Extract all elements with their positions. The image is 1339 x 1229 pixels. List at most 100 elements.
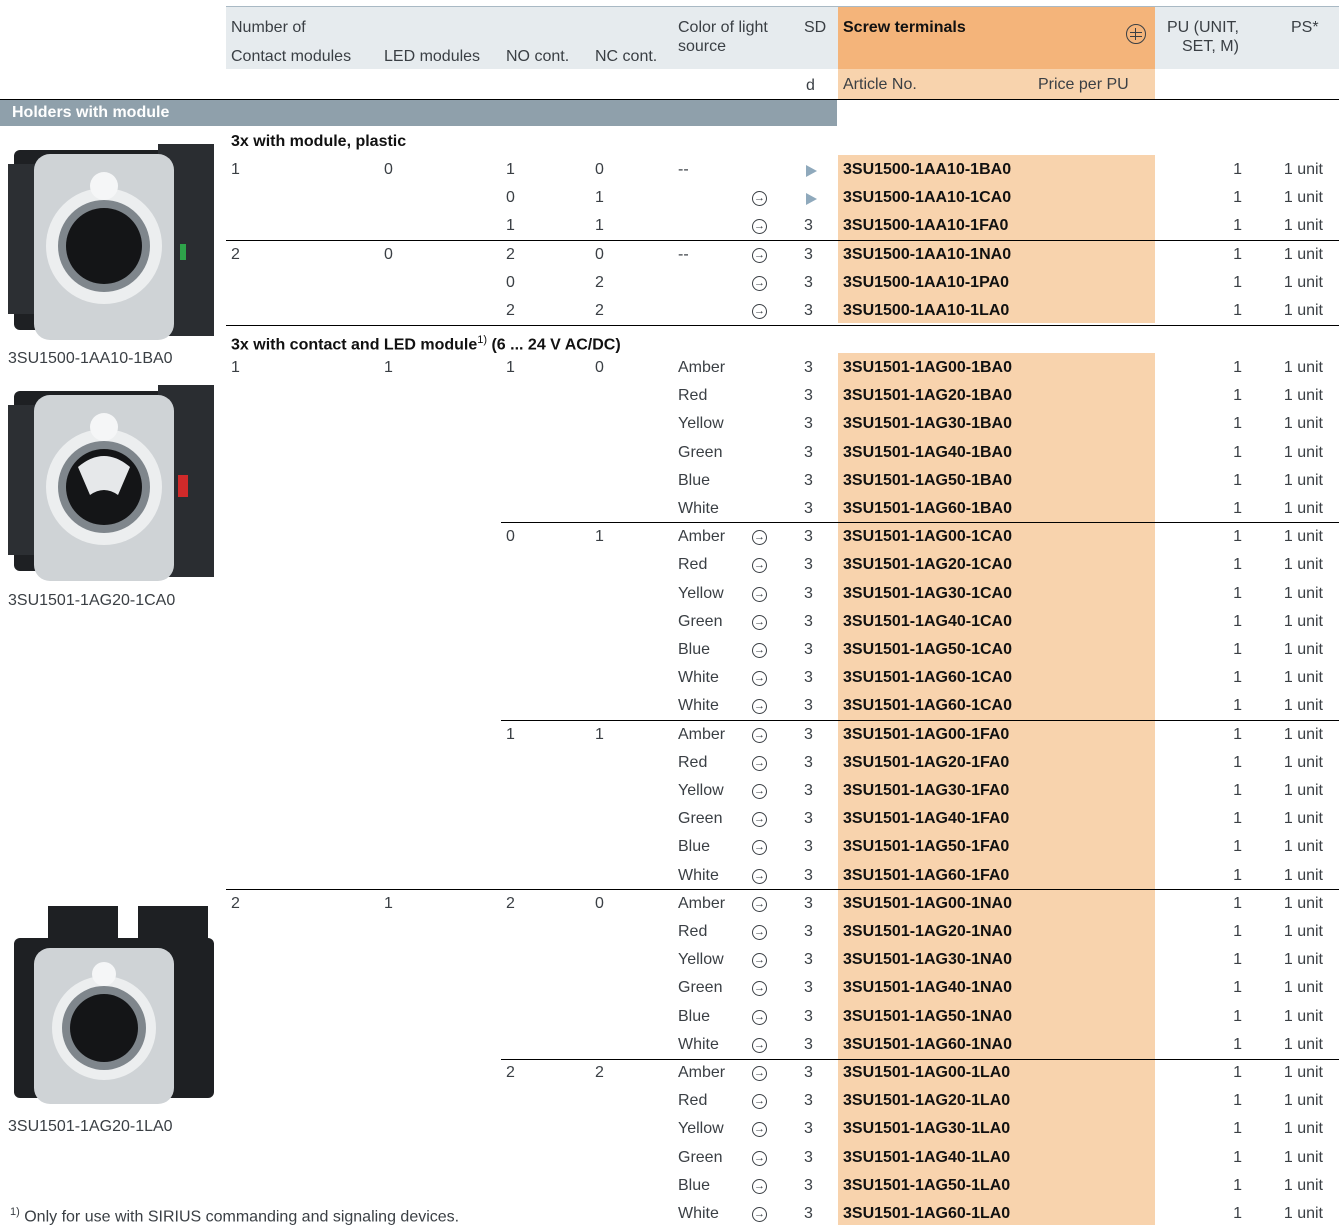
section-title: Holders with module	[0, 100, 837, 126]
article-number[interactable]: 3SU1500-1AA10-1FA0	[843, 216, 1008, 236]
nc-cont-cell: 2	[595, 302, 604, 319]
color-cell: Yellow	[678, 584, 724, 602]
sd-cell: 3	[804, 1176, 813, 1194]
holder-3su1500-1aa10-1ba0-image	[8, 144, 214, 340]
article-number[interactable]: 3SU1501-1AG50-1BA0	[843, 471, 1012, 491]
article-number[interactable]: 3SU1500-1AA10-1BA0	[843, 160, 1011, 180]
pu-cell: 1	[1233, 951, 1242, 969]
ps-cell: 1 unit	[1283, 951, 1323, 969]
group-rule	[501, 720, 1339, 721]
table-row: Blue → 3 3SU1501-1AG50-1LA0 1 1 unit	[0, 1173, 1339, 1201]
ps-cell: 1 unit	[1283, 245, 1323, 263]
article-number[interactable]: 3SU1501-1AG00-1CA0	[843, 527, 1012, 547]
ps-cell: 1 unit	[1283, 1176, 1323, 1194]
no-cont-cell: 1	[506, 725, 515, 743]
arrow-circle-icon: →	[752, 671, 767, 687]
pu-cell: 1	[1233, 1035, 1242, 1053]
article-number[interactable]: 3SU1501-1AG50-1NA0	[843, 1007, 1012, 1027]
article-number[interactable]: 3SU1501-1AG20-1LA0	[843, 1091, 1010, 1111]
led-modules-cell: 0	[384, 161, 393, 178]
nc-cont-cell: 1	[595, 725, 604, 743]
table-row: 1 1 Amber → 3 3SU1501-1AG00-1FA0 1 1 unit	[0, 722, 1339, 750]
sd-cell: 3	[804, 612, 813, 630]
article-number[interactable]: 3SU1501-1AG30-1NA0	[843, 950, 1012, 970]
ps-cell: 1 unit	[1283, 782, 1323, 799]
article-number[interactable]: 3SU1501-1AG20-1NA0	[843, 922, 1012, 942]
article-number[interactable]: 3SU1500-1AA10-1NA0	[843, 245, 1011, 265]
ps-cell: 1 unit	[1283, 612, 1323, 630]
sd-cell: 3	[804, 1035, 813, 1053]
arrow-circle-icon: →	[752, 1122, 767, 1138]
article-number[interactable]: 3SU1500-1AA10-1CA0	[843, 188, 1011, 208]
article-number[interactable]: 3SU1500-1AA10-1PA0	[843, 273, 1009, 293]
article-number[interactable]: 3SU1501-1AG00-1LA0	[843, 1063, 1010, 1083]
nc-cont-cell: 1	[595, 528, 604, 546]
article-number[interactable]: 3SU1501-1AG00-1BA0	[843, 358, 1012, 378]
header-number-of: Number of	[231, 19, 306, 36]
article-number[interactable]: 3SU1501-1AG60-1LA0	[843, 1204, 1010, 1224]
article-number[interactable]: 3SU1501-1AG50-1CA0	[843, 640, 1012, 660]
article-number[interactable]: 3SU1501-1AG60-1BA0	[843, 499, 1012, 519]
sd-cell: 3	[804, 1205, 813, 1222]
article-number[interactable]: 3SU1501-1AG30-1BA0	[843, 414, 1012, 434]
color-cell: Amber	[678, 894, 726, 912]
sd-cell: 3	[804, 245, 813, 263]
article-number[interactable]: 3SU1501-1AG20-1FA0	[843, 753, 1009, 773]
article-number[interactable]: 3SU1501-1AG30-1CA0	[843, 584, 1012, 604]
color-cell: White	[678, 1205, 719, 1222]
ps-cell: 1 unit	[1283, 1205, 1323, 1222]
ps-cell: 1 unit	[1283, 471, 1323, 489]
arrow-circle-icon: →	[752, 784, 767, 799]
color-cell: Red	[678, 753, 708, 771]
sd-cell: 3	[804, 810, 813, 828]
arrow-circle-icon: →	[752, 925, 767, 940]
article-number[interactable]: 3SU1501-1AG60-1CA0	[843, 668, 1012, 688]
pu-cell: 1	[1233, 1176, 1242, 1194]
arrow-circle-icon: →	[752, 1094, 767, 1110]
color-cell: Green	[678, 612, 723, 630]
article-number[interactable]: 3SU1501-1AG00-1NA0	[843, 894, 1012, 914]
pu-cell: 1	[1233, 1007, 1242, 1025]
color-cell: White	[678, 1035, 719, 1053]
ps-cell: 1 unit	[1283, 359, 1323, 376]
sd-cell: 3	[804, 1064, 813, 1081]
article-number[interactable]: 3SU1500-1AA10-1LA0	[843, 301, 1009, 321]
header-contact-modules: Contact modules	[231, 48, 352, 65]
subheading2-footnote-ref: 1)	[477, 334, 488, 346]
sd-cell: 3	[804, 697, 813, 715]
article-number[interactable]: 3SU1501-1AG00-1FA0	[843, 725, 1009, 745]
article-number[interactable]: 3SU1501-1AG40-1LA0	[843, 1148, 1010, 1168]
ps-cell: 1 unit	[1283, 584, 1323, 602]
article-number[interactable]: 3SU1501-1AG50-1FA0	[843, 837, 1009, 857]
article-number[interactable]: 3SU1501-1AG60-1CA0	[843, 696, 1012, 716]
color-cell: Blue	[678, 471, 711, 489]
article-number[interactable]: 3SU1501-1AG30-1LA0	[843, 1119, 1010, 1139]
article-number[interactable]: 3SU1501-1AG40-1BA0	[843, 443, 1012, 463]
ps-cell: 1 unit	[1283, 443, 1323, 461]
sd-cell: 3	[804, 1007, 813, 1025]
color-cell: Red	[678, 923, 708, 940]
article-number[interactable]: 3SU1501-1AG20-1CA0	[843, 555, 1012, 575]
holder-3su1501-1ag20-1la0-image	[14, 906, 214, 1104]
header-led-modules: LED modules	[384, 48, 481, 65]
pu-cell: 1	[1233, 245, 1242, 263]
ps-cell: 1 unit	[1283, 697, 1323, 715]
article-number[interactable]: 3SU1501-1AG50-1LA0	[843, 1176, 1010, 1196]
article-number[interactable]: 3SU1501-1AG40-1NA0	[843, 978, 1012, 998]
article-number[interactable]: 3SU1501-1AG60-1NA0	[843, 1035, 1012, 1055]
article-number[interactable]: 3SU1501-1AG60-1FA0	[843, 866, 1009, 886]
ps-cell: 1 unit	[1283, 810, 1323, 828]
pu-cell: 1	[1233, 443, 1242, 461]
article-number[interactable]: 3SU1501-1AG30-1FA0	[843, 781, 1009, 801]
subheading-module-plastic: 3x with module, plastic	[231, 133, 407, 150]
group-rule	[226, 240, 1339, 241]
arrow-circle-icon: →	[752, 699, 767, 715]
article-number[interactable]: 3SU1501-1AG40-1CA0	[843, 612, 1012, 632]
arrow-circle-icon: →	[752, 840, 767, 856]
table-row: Yellow → 3 3SU1501-1AG30-1LA0 1 1 unit	[0, 1116, 1339, 1144]
article-number[interactable]: 3SU1501-1AG40-1FA0	[843, 809, 1009, 829]
color-cell: Amber	[678, 1064, 726, 1081]
table-row: Blue → 3 3SU1501-1AG50-1FA0 1 1 unit	[0, 834, 1339, 862]
no-cont-cell: 2	[506, 1064, 515, 1081]
article-number[interactable]: 3SU1501-1AG20-1BA0	[843, 386, 1012, 406]
